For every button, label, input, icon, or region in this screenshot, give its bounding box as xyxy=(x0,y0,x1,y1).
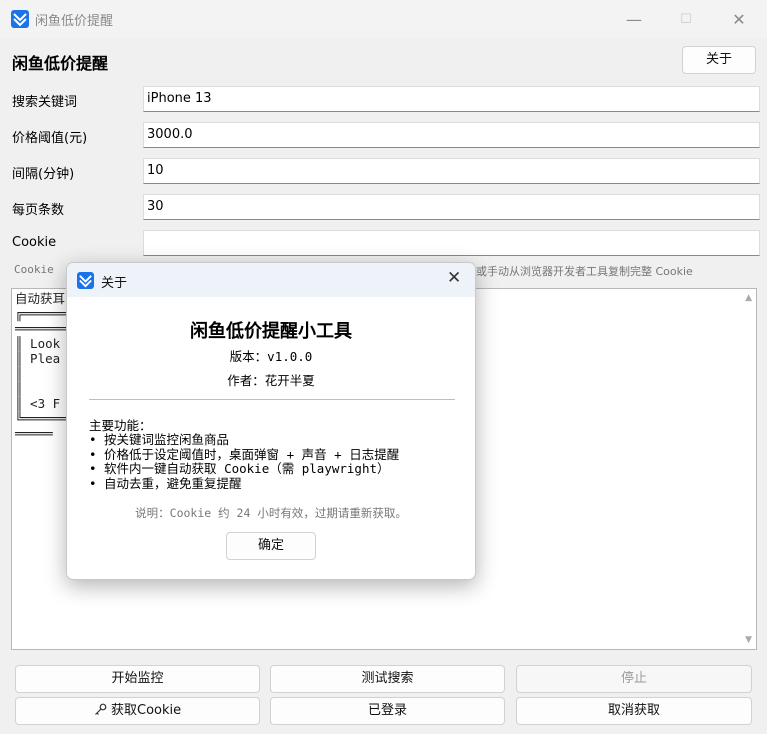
price-input[interactable]: 3000.0 xyxy=(143,122,760,148)
maximize-icon[interactable]: ☐ xyxy=(663,6,709,34)
window-title: 闲鱼低价提醒 xyxy=(35,14,114,29)
cancel-fetch-button[interactable]: 取消获取 xyxy=(516,697,752,725)
keyword-input[interactable]: iPhone 13 xyxy=(143,86,760,112)
feature-item: • 按关键词监控闲鱼商品 xyxy=(89,432,230,447)
page-size-label: 每页条数 xyxy=(12,203,65,218)
minimize-icon[interactable]: — xyxy=(611,6,657,34)
feature-item: • 价格低于设定阈值时，桌面弹窗 + 声音 + 日志提醒 xyxy=(89,446,400,462)
dialog-title: 关于 xyxy=(101,276,128,291)
author-text: 作者：花开半夏 xyxy=(227,373,315,388)
dialog-ok-button[interactable]: 确定 xyxy=(226,532,316,560)
test-search-button[interactable]: 测试搜索 xyxy=(270,665,505,693)
feature-item: • 软件内一键自动获取 Cookie（需 playwright） xyxy=(89,461,390,476)
dialog-note: 说明：Cookie 约 24 小时有效，过期请重新获取。 xyxy=(135,506,407,520)
feature-item: • 自动去重，避免重复提醒 xyxy=(89,475,242,491)
dialog-heading: 闲鱼低价提醒小工具 xyxy=(190,321,352,342)
dialog-titlebar: 关于 ✕ xyxy=(67,263,475,297)
cookie-hint-left: Cookie xyxy=(14,263,54,276)
cookie-hint-right: 或手动从浏览器开发者工具复制完整 Cookie xyxy=(476,265,693,278)
window-titlebar: 闲鱼低价提醒 — ☐ ✕ xyxy=(0,0,767,38)
get-cookie-button[interactable]: 获取Cookie xyxy=(15,697,260,725)
about-button[interactable]: 关于 xyxy=(682,46,756,74)
stop-button[interactable]: 停止 xyxy=(516,665,752,693)
interval-label: 间隔(分钟) xyxy=(12,167,75,182)
interval-input[interactable]: 10 xyxy=(143,158,760,184)
keyword-label: 搜索关键词 xyxy=(12,95,78,110)
app-logo-icon xyxy=(77,272,94,289)
price-label: 价格阈值(元) xyxy=(12,131,88,146)
cookie-label: Cookie xyxy=(12,235,57,250)
version-text: 版本：v1.0.0 xyxy=(229,349,313,364)
page-size-input[interactable]: 30 xyxy=(143,194,760,220)
key-icon xyxy=(94,703,111,718)
cookie-input[interactable] xyxy=(143,230,760,256)
about-dialog: 关于 ✕ 闲鱼低价提醒小工具 版本：v1.0.0 作者：花开半夏 主要功能： •… xyxy=(66,262,476,580)
app-logo-icon xyxy=(11,10,29,28)
get-cookie-label: 获取Cookie xyxy=(111,703,182,718)
scroll-up-icon[interactable]: ▲ xyxy=(745,293,752,303)
page-title: 闲鱼低价提醒 xyxy=(12,54,109,73)
logged-in-button[interactable]: 已登录 xyxy=(270,697,505,725)
start-monitor-button[interactable]: 开始监控 xyxy=(15,665,260,693)
scroll-down-icon[interactable]: ▼ xyxy=(745,635,752,645)
dialog-divider xyxy=(89,399,455,400)
close-icon[interactable]: ✕ xyxy=(716,6,762,34)
dialog-close-icon[interactable]: ✕ xyxy=(447,268,461,288)
